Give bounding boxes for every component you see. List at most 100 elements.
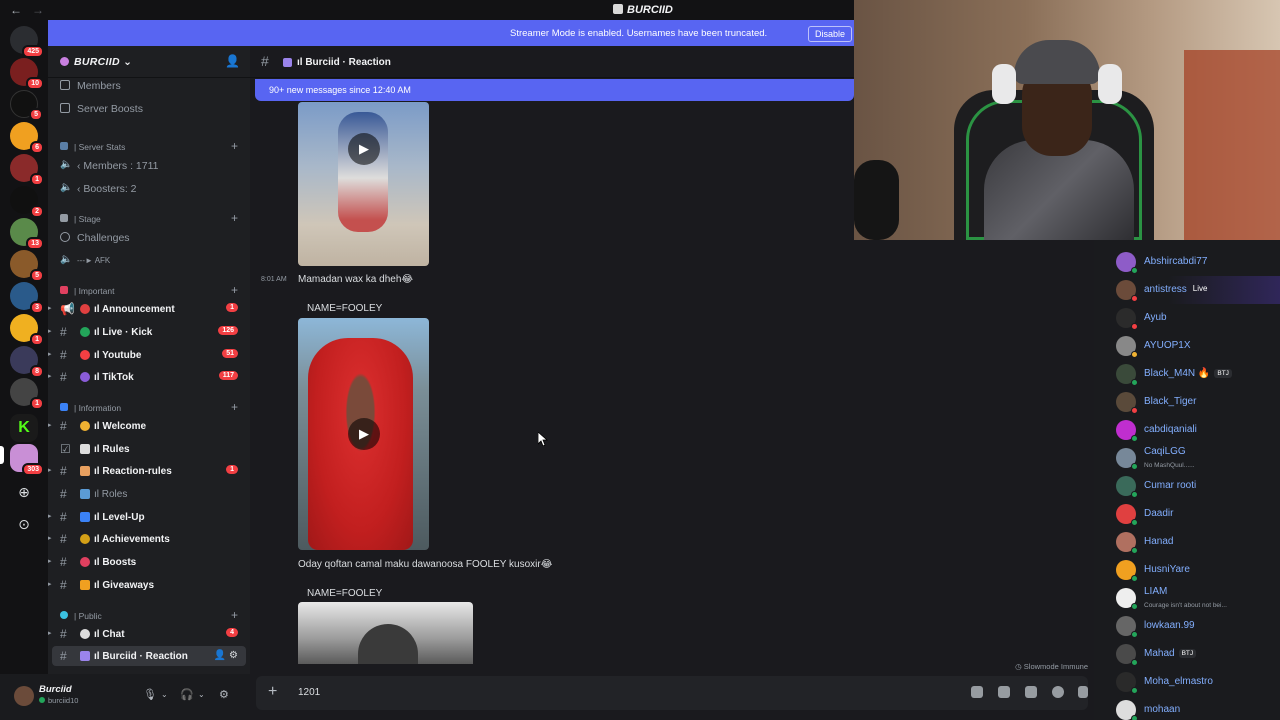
plus-icon[interactable]: + (231, 608, 238, 622)
member-row[interactable]: Black_M4N 🔥 BTJ (1094, 360, 1280, 388)
stage-channel-challenges[interactable]: Challenges (48, 228, 250, 248)
burciid-server-icon[interactable]: 303 (10, 444, 44, 476)
channel-welcome[interactable]: ▸ # ıl Welcome (48, 416, 250, 436)
member-row[interactable]: Abshircabdi77 (1094, 248, 1280, 276)
channel-level-up[interactable]: ▸ # ıl Level-Up (48, 507, 250, 527)
add-member-icon[interactable]: 👤 (214, 650, 226, 661)
member-row[interactable]: Black_Tiger (1094, 388, 1280, 416)
server-icon[interactable]: 6 (10, 122, 44, 154)
server-icon[interactable]: 5 (10, 250, 44, 282)
category-important[interactable]: | Important + (48, 283, 250, 299)
category-stage[interactable]: | Stage + (48, 211, 250, 227)
sticker-icon[interactable] (1025, 686, 1037, 698)
back-arrow-icon[interactable]: ← (10, 3, 22, 17)
member-row[interactable]: lowkaan.99 (1094, 612, 1280, 640)
channel-burciid-reaction[interactable]: # ıl Burciid · Reaction 👤 ⚙ (52, 646, 246, 666)
channel-roles[interactable]: # ıl Roles (48, 484, 250, 504)
member-row[interactable]: HusniYare (1094, 556, 1280, 584)
video-embed[interactable]: ▶ (298, 102, 429, 266)
discord-logo-icon[interactable]: 425 (10, 26, 44, 58)
category-label: | Public (74, 611, 102, 621)
chevron-down-icon[interactable]: ⌄ (198, 690, 205, 699)
channel-giveaways[interactable]: ▸ # ıl Giveaways (48, 575, 250, 595)
embed-title[interactable]: NAME=FOOLEY (307, 303, 382, 314)
server-icon[interactable]: 1 (10, 314, 44, 346)
plus-icon[interactable]: + (268, 683, 277, 701)
server-icon[interactable]: 1 (10, 378, 44, 410)
member-row[interactable]: Mahad BTJ (1094, 640, 1280, 668)
plus-icon[interactable]: + (231, 211, 238, 225)
server-icon[interactable]: 10 (10, 58, 44, 90)
channel-rules[interactable]: ☑ ıl Rules (48, 439, 250, 459)
plus-icon[interactable]: + (231, 400, 238, 414)
server-boosts-link[interactable]: Server Boosts (48, 99, 250, 119)
new-messages-bar[interactable]: 90+ new messages since 12:40 AM (255, 79, 854, 101)
plus-icon[interactable]: + (231, 283, 238, 297)
explore-icon[interactable]: ⊙ (14, 514, 34, 534)
category-public[interactable]: | Public + (48, 608, 250, 624)
channel-achievements[interactable]: ▸ # ıl Achievements (48, 529, 250, 549)
member-row[interactable]: Cumar rooti (1094, 472, 1280, 500)
server-icon[interactable]: 2 (10, 186, 44, 218)
member-row[interactable]: Daadir (1094, 500, 1280, 528)
voice-channel-afk[interactable]: 🔈 ---► AFK (48, 251, 250, 271)
server-icon[interactable]: 5 (10, 90, 43, 121)
channel-announcement[interactable]: ▸ 📢 ıl Announcement 1 (48, 299, 250, 319)
channel-youtube[interactable]: ▸ # ıl Youtube 51 (48, 345, 250, 365)
server-name[interactable]: BURCIID ⌄ (60, 56, 132, 68)
member-row[interactable]: Moha_elmastro (1094, 668, 1280, 696)
video-embed[interactable] (298, 602, 473, 664)
gift-icon[interactable] (971, 686, 983, 698)
category-information[interactable]: | Information + (48, 400, 250, 416)
apps-icon[interactable] (1078, 686, 1088, 698)
channel-tiktok[interactable]: ▸ # ıl TikTok 117 (48, 367, 250, 387)
mention-badge: 1 (30, 173, 44, 186)
server-icon[interactable]: 13 (10, 218, 44, 250)
category-server-stats[interactable]: | Server Stats + (48, 139, 250, 155)
message-input-value[interactable]: 1201 (298, 687, 320, 698)
voice-channel-boosters[interactable]: 🔈 ‹ Boosters: 2 (48, 179, 250, 199)
member-row[interactable]: Hanad (1094, 528, 1280, 556)
gif-icon[interactable] (998, 686, 1010, 698)
member-row[interactable]: antistress Live (1094, 276, 1280, 304)
member-row[interactable]: mohaan (1094, 696, 1280, 720)
voice-channel-members-count[interactable]: 🔈 ‹ Members : 1711 (48, 156, 250, 176)
add-server-icon[interactable]: ⊕ (14, 482, 34, 502)
avatar[interactable] (14, 686, 34, 706)
mention-badge: 1 (30, 333, 44, 346)
play-icon[interactable]: ▶ (348, 418, 380, 450)
embed-title[interactable]: NAME=FOOLEY (307, 588, 382, 599)
channel-boosts[interactable]: ▸ # ıl Boosts (48, 552, 250, 572)
channel-reaction-rules[interactable]: ▸ # ıl Reaction-rules 1 (48, 461, 250, 481)
message-input[interactable]: + 1201 (256, 676, 1088, 710)
member-row[interactable]: CaqiLGG No MashQuul...... (1094, 444, 1280, 472)
channel-chat[interactable]: ▸ # ıl Chat 4 (48, 624, 250, 644)
forward-arrow-icon[interactable]: → (32, 3, 44, 17)
chevron-down-icon[interactable]: ⌄ (161, 690, 168, 699)
mic-icon[interactable]: 🎙 (143, 688, 157, 701)
server-icon[interactable]: 1 (10, 154, 44, 186)
headset-icon[interactable]: 🎧 (180, 688, 194, 701)
member-row[interactable]: AYUOP1X (1094, 332, 1280, 360)
gear-icon[interactable]: ⚙ (219, 688, 229, 701)
window-title-text: BURCIID (627, 4, 673, 16)
plus-icon[interactable]: + (231, 139, 238, 153)
server-icon[interactable]: 3 (10, 282, 44, 314)
members-link[interactable]: Members (48, 76, 250, 96)
gear-icon[interactable]: ⚙ (229, 650, 238, 661)
kick-server-icon[interactable]: K (10, 414, 38, 442)
channel-live-kick[interactable]: ▸ # ıl Live · Kick 126 (48, 322, 250, 342)
status-icon (1131, 575, 1138, 582)
video-embed[interactable]: ▶ (298, 318, 429, 550)
member-name-text: Hanad (1144, 536, 1174, 547)
server-header[interactable]: BURCIID ⌄ 👤 (48, 46, 250, 78)
server-tag: BTJ (1178, 649, 1197, 658)
disable-button[interactable]: Disable (808, 26, 853, 42)
member-row[interactable]: LIAM Courage isn't about not bei... (1094, 584, 1280, 612)
server-icon[interactable]: 8 (10, 346, 44, 378)
member-row[interactable]: cabdiqaniali (1094, 416, 1280, 444)
play-icon[interactable]: ▶ (348, 133, 380, 165)
emoji-icon[interactable] (1052, 686, 1064, 698)
add-member-icon[interactable]: 👤 (225, 54, 240, 68)
member-row[interactable]: Ayub (1094, 304, 1280, 332)
